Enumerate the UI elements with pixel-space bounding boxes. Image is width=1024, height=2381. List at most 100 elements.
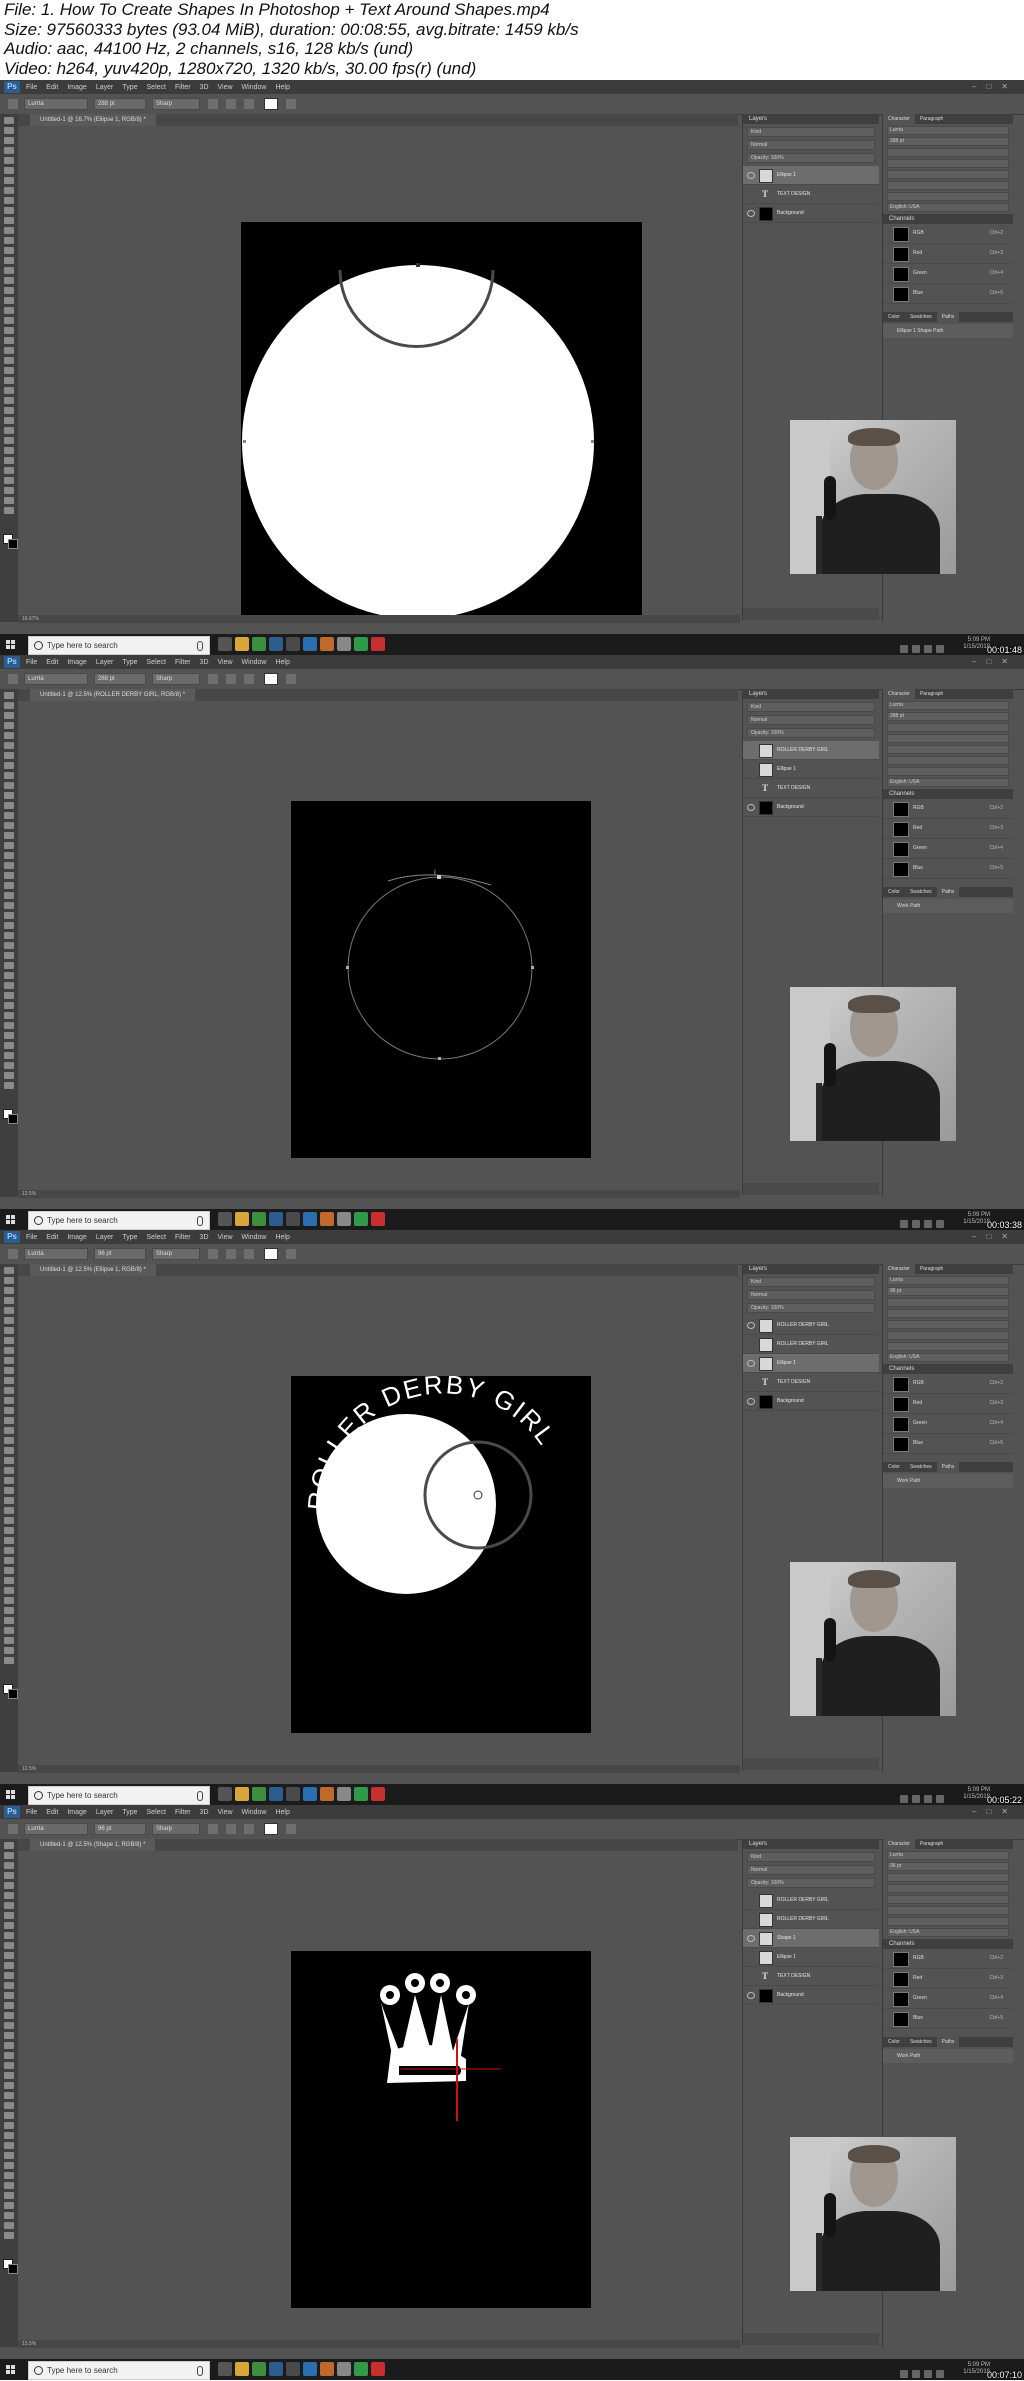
tool-icon[interactable] — [4, 732, 14, 739]
app-icon[interactable] — [371, 2362, 385, 2376]
channels-panel-title[interactable]: Channels — [883, 1939, 1013, 1949]
tool-preset-icon[interactable] — [8, 674, 18, 684]
tool-icon[interactable] — [4, 1427, 14, 1434]
menu-item-window[interactable]: Window — [242, 1809, 267, 1816]
tool-icon[interactable] — [4, 137, 14, 144]
tool-icon[interactable] — [4, 1587, 14, 1594]
menu-item-image[interactable]: Image — [67, 659, 86, 666]
tool-icon[interactable] — [4, 1567, 14, 1574]
channel-row[interactable]: RGB Ctrl+2 — [883, 224, 1013, 244]
document-tab[interactable]: Untitled-1 @ 16.7% (Ellipse 1, RGB/8) * — [30, 114, 156, 126]
tool-icon[interactable] — [4, 1507, 14, 1514]
eye-visibility-icon[interactable] — [747, 210, 755, 217]
channel-row[interactable]: Blue Ctrl+5 — [883, 284, 1013, 304]
language-select[interactable]: English: USA — [887, 203, 1009, 212]
tool-icon[interactable] — [4, 902, 14, 909]
menu-item-type[interactable]: Type — [122, 1234, 137, 1241]
tool-icon[interactable] — [4, 1942, 14, 1949]
tray-icon[interactable] — [924, 1795, 932, 1803]
tool-icon[interactable] — [4, 257, 14, 264]
layer-row[interactable]: Ellipse 1 — [743, 760, 879, 779]
tray-icon[interactable] — [900, 1795, 908, 1803]
tool-icon[interactable] — [4, 2062, 14, 2069]
tool-icon[interactable] — [4, 237, 14, 244]
character-option-field[interactable] — [887, 767, 1009, 776]
tool-icon[interactable] — [4, 832, 14, 839]
blend-mode-select[interactable]: Normal — [747, 1290, 875, 1300]
channel-row[interactable]: RGB Ctrl+2 — [883, 1949, 1013, 1969]
tool-icon[interactable] — [4, 247, 14, 254]
menu-item-select[interactable]: Select — [147, 1234, 166, 1241]
tool-icon[interactable] — [4, 197, 14, 204]
layer-row[interactable]: Ellipse 1 — [743, 166, 879, 185]
taskbar-search-input[interactable]: Type here to search — [28, 2361, 210, 2380]
channel-row[interactable]: Green Ctrl+4 — [883, 1989, 1013, 2009]
tool-icon[interactable] — [4, 872, 14, 879]
menu-item-window[interactable]: Window — [242, 84, 267, 91]
tool-icon[interactable] — [4, 822, 14, 829]
tool-icon[interactable] — [4, 227, 14, 234]
tool-icon[interactable] — [4, 1327, 14, 1334]
background-color-swatch[interactable] — [8, 1114, 18, 1124]
tool-icon[interactable] — [4, 1537, 14, 1544]
tool-icon[interactable] — [4, 1547, 14, 1554]
tool-icon[interactable] — [4, 1972, 14, 1979]
tab-paths[interactable]: Paths — [936, 312, 960, 322]
tool-icon[interactable] — [4, 217, 14, 224]
align-left-icon[interactable] — [208, 1824, 218, 1834]
tool-icon[interactable] — [4, 2232, 14, 2239]
tool-icon[interactable] — [4, 337, 14, 344]
tool-icon[interactable] — [4, 1062, 14, 1069]
tool-icon[interactable] — [4, 962, 14, 969]
tray-icon[interactable] — [924, 1220, 932, 1228]
app-icon[interactable] — [303, 1212, 317, 1226]
tool-icon[interactable] — [4, 1862, 14, 1869]
file-explorer-icon[interactable] — [235, 2362, 249, 2376]
opacity-field[interactable]: Opacity: 100% — [747, 728, 875, 738]
app-icon[interactable] — [303, 2362, 317, 2376]
character-font-field[interactable]: Lurrta — [887, 126, 1009, 135]
menu-item-3d[interactable]: 3D — [200, 659, 209, 666]
tool-icon[interactable] — [4, 1337, 14, 1344]
tool-icon[interactable] — [4, 932, 14, 939]
tool-icon[interactable] — [4, 1912, 14, 1919]
tool-icon[interactable] — [4, 992, 14, 999]
character-option-field[interactable] — [887, 734, 1009, 743]
windows-start-icon[interactable] — [6, 1790, 16, 1800]
tool-icon[interactable] — [4, 1052, 14, 1059]
channel-row[interactable]: Red Ctrl+3 — [883, 244, 1013, 264]
tool-icon[interactable] — [4, 1012, 14, 1019]
character-option-field[interactable] — [887, 1320, 1009, 1329]
tool-icon[interactable] — [4, 1657, 14, 1664]
menu-item-layer[interactable]: Layer — [96, 1234, 114, 1241]
calculator-icon[interactable] — [286, 2362, 300, 2376]
photoshop-taskbar-icon[interactable] — [269, 637, 283, 651]
character-option-field[interactable] — [887, 148, 1009, 157]
app-icon[interactable] — [337, 1787, 351, 1801]
eye-visibility-icon[interactable] — [747, 1360, 755, 1367]
tool-icon[interactable] — [4, 387, 14, 394]
calculator-icon[interactable] — [286, 1212, 300, 1226]
camera-app-icon[interactable] — [320, 1787, 334, 1801]
warp-text-icon[interactable] — [286, 99, 296, 109]
channel-row[interactable]: Green Ctrl+4 — [883, 839, 1013, 859]
windows-start-icon[interactable] — [6, 2365, 16, 2375]
character-option-field[interactable] — [887, 159, 1009, 168]
chrome-icon[interactable] — [252, 2362, 266, 2376]
tab-paragraph[interactable]: Paragraph — [915, 689, 948, 699]
warp-text-icon[interactable] — [286, 1824, 296, 1834]
tab-character[interactable]: Character — [883, 1264, 915, 1274]
tool-icon[interactable] — [4, 842, 14, 849]
font-size-field[interactable]: 288 pt — [94, 98, 146, 110]
tab-paragraph[interactable]: Paragraph — [915, 1264, 948, 1274]
tool-icon[interactable] — [4, 1607, 14, 1614]
tool-icon[interactable] — [4, 942, 14, 949]
tool-icon[interactable] — [4, 752, 14, 759]
tool-icon[interactable] — [4, 1407, 14, 1414]
tab-swatches[interactable]: Swatches — [905, 2037, 937, 2047]
path-item[interactable]: Work Path — [883, 2049, 1013, 2063]
tool-icon[interactable] — [4, 1267, 14, 1274]
layer-row[interactable]: ROLLER DERBY GIRL — [743, 1891, 879, 1910]
app-icon[interactable] — [303, 1787, 317, 1801]
layers-panel-title[interactable]: Layers — [743, 114, 879, 124]
